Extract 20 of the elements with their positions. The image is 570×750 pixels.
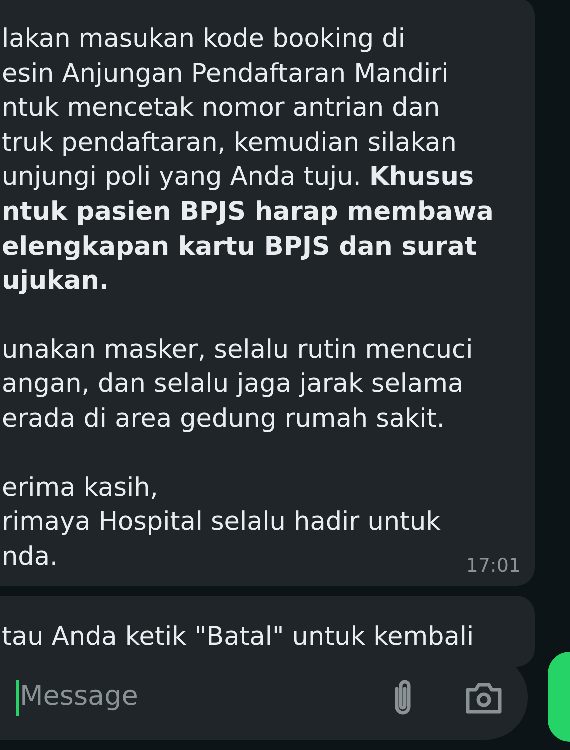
message-text: ntuk pasien BPJS harap membawa bbox=[2, 196, 494, 229]
message-text: tau Anda ketik "Batal" untuk kembali bbox=[2, 621, 474, 654]
message-text: unjungi poli yang Anda tuju. Khusus bbox=[2, 161, 474, 194]
text-cursor bbox=[16, 680, 19, 716]
send-button[interactable] bbox=[548, 652, 570, 742]
message-text: elengkapan kartu BPJS dan surat bbox=[2, 230, 478, 264]
message-text: angan, dan selalu jaga jarak selama bbox=[2, 368, 464, 402]
message-text: ntuk mencetak nomor antrian dan bbox=[2, 92, 440, 126]
message-time: 17:01 bbox=[466, 554, 521, 579]
message-text: ujukan. bbox=[2, 265, 110, 298]
message-text: rimaya Hospital selalu hadir untuk bbox=[2, 506, 441, 540]
message-text: lakan masukan kode booking di bbox=[2, 23, 406, 56]
message-text: erada di area gedung rumah sakit. bbox=[2, 402, 445, 436]
message-text: esin Anjungan Pendaftaran Mandiri bbox=[2, 58, 449, 91]
camera-icon[interactable] bbox=[465, 680, 503, 714]
message-text: erima kasih, bbox=[2, 472, 158, 505]
message-text: unakan masker, selalu rutin mencuci bbox=[2, 334, 474, 367]
message-field[interactable]: Message bbox=[19, 677, 319, 718]
message-text: nda. bbox=[2, 540, 58, 574]
message-text: truk pendaftaran, kemudian silakan bbox=[2, 126, 457, 160]
